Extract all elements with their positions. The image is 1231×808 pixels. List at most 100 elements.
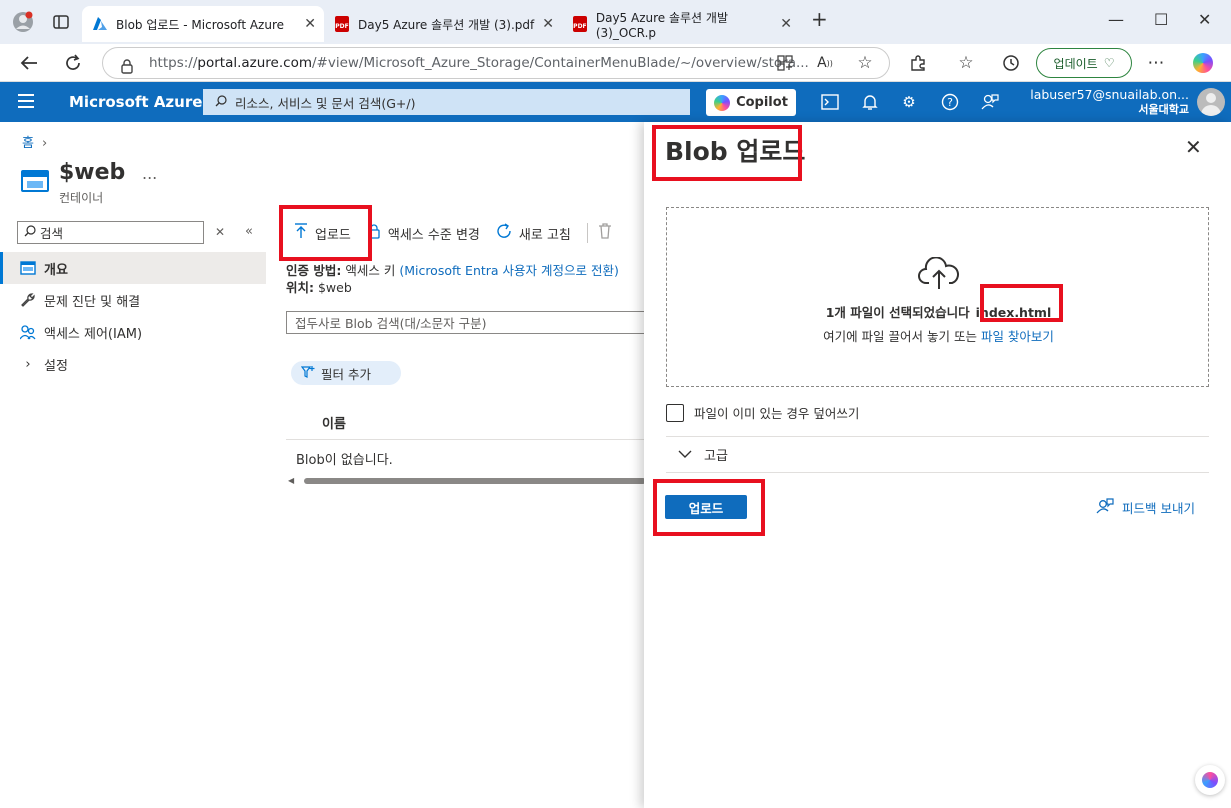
azure-brand[interactable]: Microsoft Azure <box>69 93 202 111</box>
tab-actions-icon[interactable] <box>48 9 74 35</box>
avatar[interactable] <box>1197 88 1225 116</box>
add-filter-button[interactable]: 필터 추가 <box>291 361 401 385</box>
tab-title: Day5 Azure 솔루션 개발 (3).pdf <box>358 17 535 32</box>
refresh-icon[interactable] <box>60 50 86 76</box>
feedback-icon[interactable] <box>980 92 1000 112</box>
container-icon <box>20 260 36 276</box>
sidebar-item-settings[interactable]: › 설정 <box>0 348 266 380</box>
address-bar-row: https://portal.azure.com/#view/Microsoft… <box>0 44 1231 82</box>
cloud-shell-icon[interactable] <box>820 92 840 112</box>
pdf-icon: PDF <box>334 16 350 32</box>
url-path: /#view/Microsoft_Azure_Storage/Container… <box>311 55 809 71</box>
notifications-bell-icon[interactable] <box>860 92 880 112</box>
tab-title: Day5 Azure 솔루션 개발 (3)_OCR.p <box>595 10 728 40</box>
azure-header: Microsoft Azure 리소스, 서비스 및 문서 검색(G+/) Co… <box>0 82 1231 122</box>
column-name-header[interactable]: 이름 <box>322 413 346 432</box>
add-filter-label: 필터 추가 <box>321 366 371 382</box>
extensions-icon[interactable] <box>905 50 931 76</box>
pdf-icon: PDF <box>572 16 588 32</box>
read-aloud-icon[interactable]: A)) <box>812 50 838 76</box>
sidebar-item-diagnose[interactable]: 문제 진단 및 해결 <box>0 284 266 316</box>
help-icon[interactable]: ? <box>940 92 960 112</box>
send-feedback-link[interactable]: 피드백 보내기 <box>1096 498 1195 517</box>
account-info[interactable]: labuser57@snuailab.on... 서울대학교 <box>1030 87 1189 117</box>
location-label: 위치: <box>286 280 314 295</box>
close-tab-icon[interactable]: ✕ <box>542 16 554 32</box>
empty-state-text: Blob이 없습니다. <box>296 453 393 468</box>
overwrite-label: 파일이 이미 있는 경우 덮어쓰기 <box>694 406 860 421</box>
upload-icon <box>294 223 308 243</box>
history-icon[interactable] <box>998 50 1024 76</box>
horizontal-scrollbar[interactable]: ◀ <box>286 476 646 486</box>
window-close-icon[interactable]: ✕ <box>1198 10 1211 29</box>
table-header: 이름 <box>286 406 646 440</box>
page-subtitle: 컨테이너 <box>59 191 104 205</box>
update-label: 업데이트 <box>1053 56 1098 71</box>
panel-upload-button[interactable]: 업로드 <box>665 495 747 519</box>
delete-button[interactable] <box>598 223 612 243</box>
switch-auth-link[interactable]: (Microsoft Entra 사용자 계정으로 전환) <box>399 263 619 278</box>
hamburger-menu-icon[interactable] <box>18 94 34 112</box>
copilot-sidebar-icon[interactable] <box>1190 50 1216 76</box>
account-user: labuser57@snuailab.on... <box>1030 87 1189 102</box>
refresh-button[interactable]: 새로 고침 <box>496 223 571 243</box>
access-level-label: 액세스 수준 변경 <box>387 227 480 243</box>
sidebar-item-iam[interactable]: 액세스 제어(IAM) <box>0 316 266 348</box>
back-icon[interactable] <box>16 50 42 76</box>
maximize-icon[interactable]: ☐ <box>1154 10 1168 29</box>
close-tab-icon[interactable]: ✕ <box>780 16 792 32</box>
clear-search-icon[interactable]: ✕ <box>215 225 225 239</box>
copilot-button[interactable]: Copilot <box>706 89 796 116</box>
new-tab-icon[interactable]: + <box>811 7 828 31</box>
sidebar-item-label: 설정 <box>44 358 68 374</box>
sidebar-item-overview[interactable]: 개요 <box>0 252 266 284</box>
blob-search-input[interactable]: 접두사로 Blob 검색(대/소문자 구분) <box>286 311 650 334</box>
overwrite-checkbox[interactable] <box>666 403 684 422</box>
tab-blob-upload[interactable]: Blob 업로드 - Microsoft Azure ✕ <box>82 6 324 42</box>
search-icon <box>215 94 227 110</box>
chevron-right-icon: › <box>25 356 31 372</box>
lock-icon[interactable] <box>114 53 140 79</box>
global-search-input[interactable]: 리소스, 서비스 및 문서 검색(G+/) <box>203 89 690 115</box>
minimize-icon[interactable]: — <box>1108 10 1124 29</box>
cloud-upload-icon <box>917 256 961 295</box>
more-menu-icon[interactable]: ⋯ <box>1143 50 1169 76</box>
container-info: 인증 방법: 액세스 키 (Microsoft Entra 사용자 계정으로 전… <box>286 262 619 296</box>
change-access-level-button[interactable]: 액세스 수준 변경 <box>367 223 480 243</box>
selected-files-text: 1개 파일이 선택되었습니다 index.html <box>667 302 1210 321</box>
chevron-down-icon <box>678 447 692 462</box>
profile-icon[interactable] <box>10 9 36 35</box>
location-value: $web <box>317 280 352 295</box>
close-tab-icon[interactable]: ✕ <box>304 16 316 32</box>
favorite-star-icon[interactable]: ☆ <box>852 50 878 76</box>
copilot-floating-icon[interactable] <box>1195 765 1225 795</box>
close-icon[interactable]: ✕ <box>1185 135 1202 159</box>
tab-pdf-2[interactable]: PDF Day5 Azure 솔루션 개발 (3)_OCR.p ✕ <box>562 6 800 42</box>
upload-label: 업로드 <box>315 227 351 243</box>
breadcrumb-home[interactable]: 홈 <box>22 136 34 151</box>
more-options-button[interactable]: ... <box>142 164 157 183</box>
apps-icon[interactable] <box>772 50 798 76</box>
divider <box>666 436 1209 437</box>
favorites-icon[interactable]: ☆ <box>953 50 979 76</box>
refresh-icon <box>496 223 512 243</box>
settings-gear-icon[interactable]: ⚙ <box>899 92 919 112</box>
upload-button[interactable]: 업로드 <box>294 223 351 243</box>
scrollbar-thumb[interactable] <box>304 478 646 484</box>
blob-upload-panel: Blob 업로드 ✕ 1개 파일이 선택되었습니다 index.html 여기에 … <box>644 122 1231 808</box>
scroll-left-icon[interactable]: ◀ <box>288 476 294 485</box>
people-icon <box>20 324 36 340</box>
sidebar-item-label: 액세스 제어(IAM) <box>44 326 143 342</box>
global-search-placeholder: 리소스, 서비스 및 문서 검색(G+/) <box>235 95 416 111</box>
collapse-menu-icon[interactable]: « <box>245 224 253 239</box>
menu-search-input[interactable]: 검색 <box>17 221 204 244</box>
feedback-label: 피드백 보내기 <box>1122 501 1195 516</box>
overwrite-option[interactable]: 파일이 이미 있는 경우 덮어쓰기 <box>666 403 859 422</box>
tab-pdf-1[interactable]: PDF Day5 Azure 솔루션 개발 (3).pdf ✕ <box>324 6 562 42</box>
update-button[interactable]: 업데이트 ♡ <box>1036 48 1132 78</box>
search-icon <box>24 225 36 240</box>
account-org: 서울대학교 <box>1138 103 1189 116</box>
browse-files-link[interactable]: 파일 찾아보기 <box>981 329 1054 344</box>
file-drop-zone[interactable]: 1개 파일이 선택되었습니다 index.html 여기에 파일 끌어서 놓기 또… <box>666 207 1209 387</box>
advanced-section-toggle[interactable]: 고급 <box>678 445 728 464</box>
